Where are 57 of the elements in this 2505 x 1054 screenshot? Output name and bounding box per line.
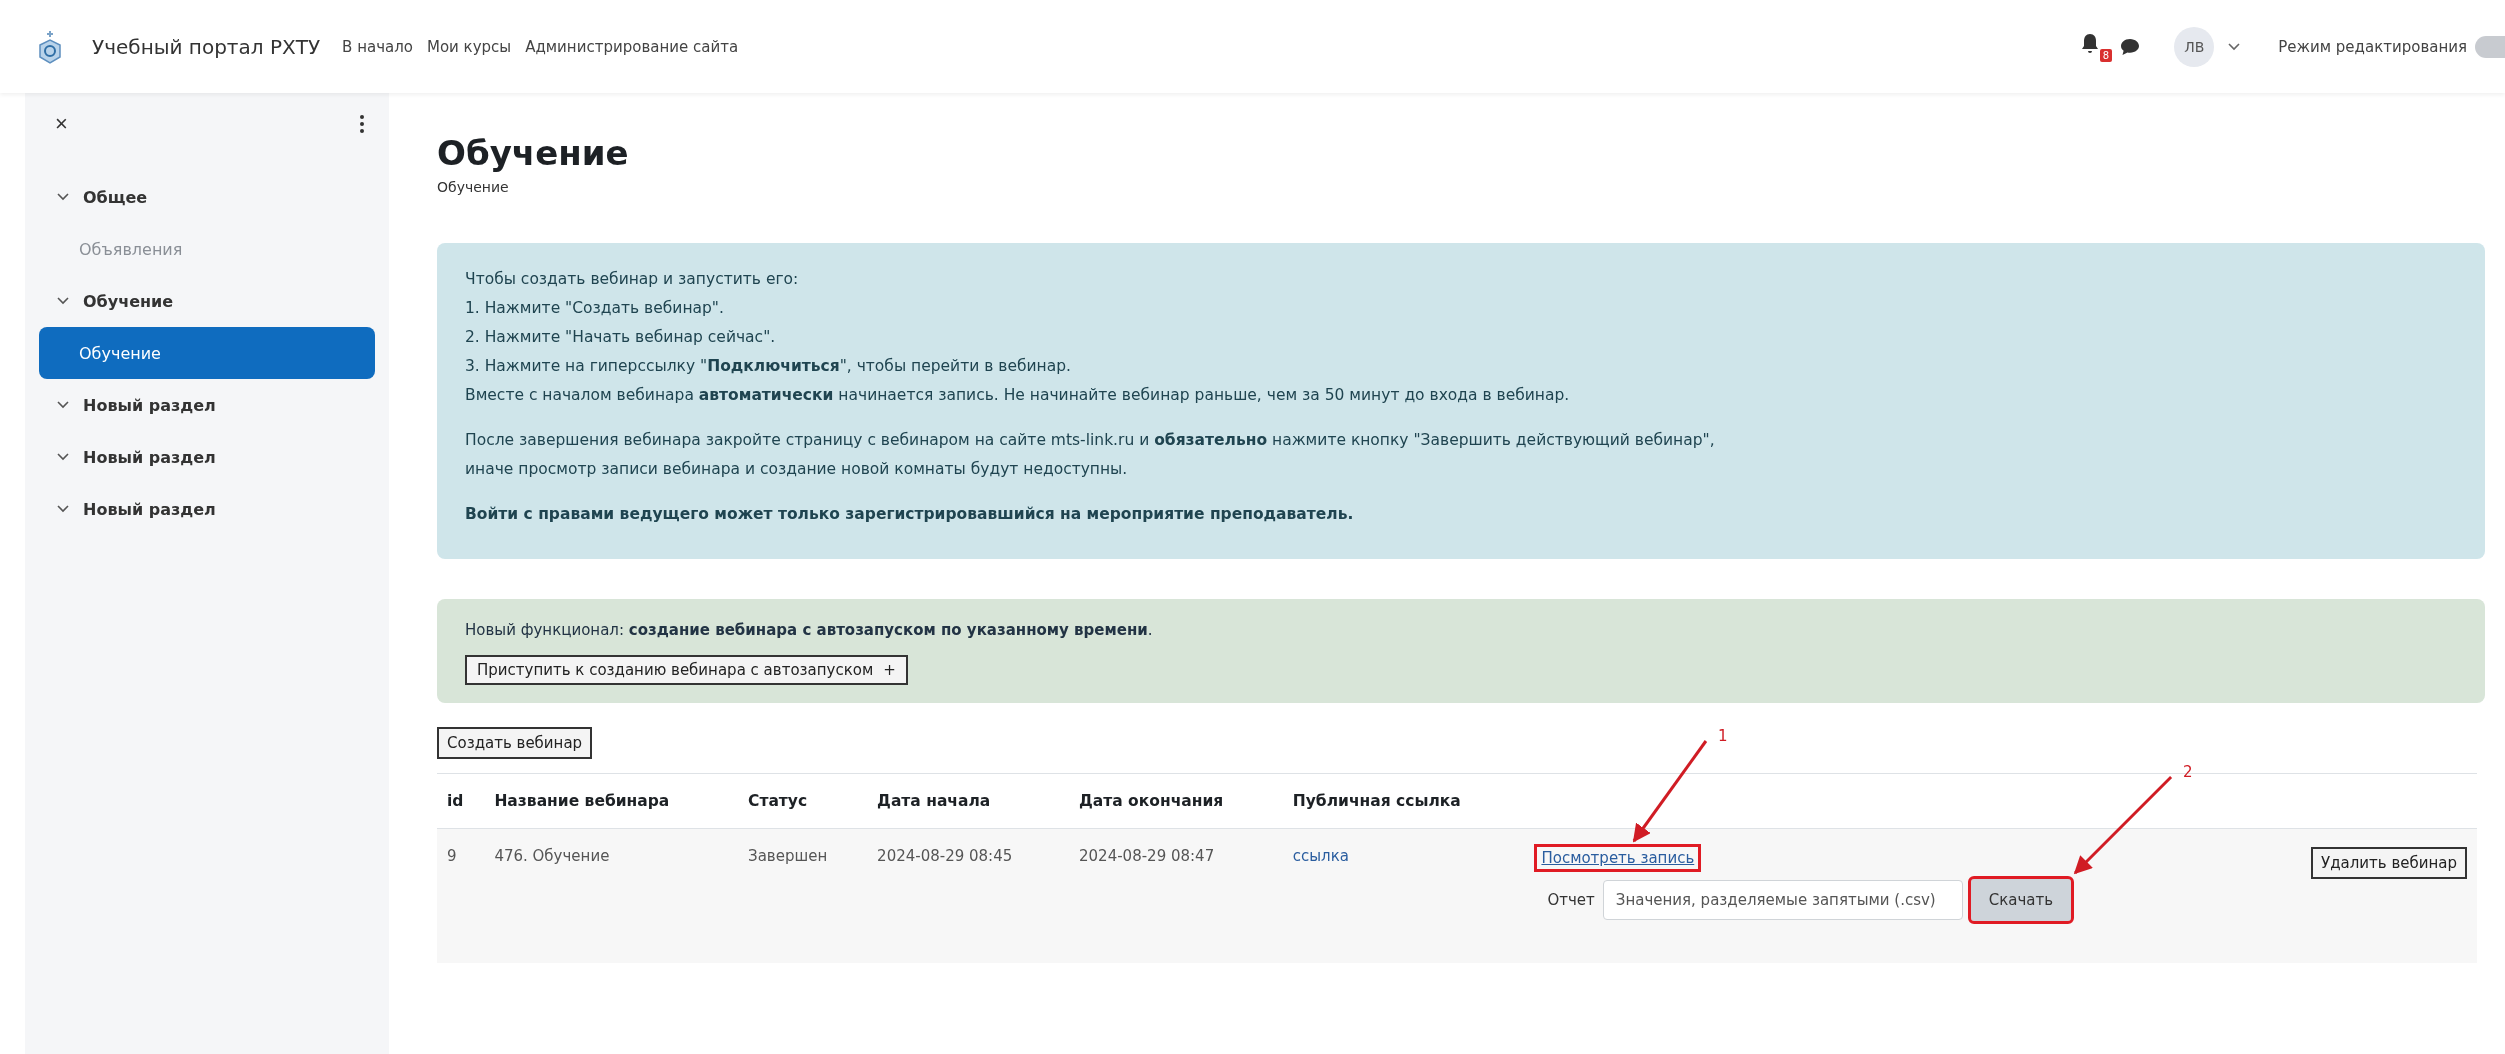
- table-cell: 476. Обучение: [484, 828, 739, 963]
- column-header: Статус: [738, 773, 868, 829]
- nav-link[interactable]: Мои курсы: [427, 37, 512, 56]
- column-header: id: [437, 773, 485, 829]
- instruction-line: 3. Нажмите на гиперссылку "Подключиться", чтобы перейти в вебинар.: [465, 356, 1072, 377]
- edit-mode-switch[interactable]: [2475, 35, 2505, 58]
- table-cell: 2024-08-29 08:47: [1069, 828, 1283, 963]
- close-button[interactable]: ×: [55, 111, 68, 137]
- logo-icon: [38, 28, 62, 65]
- notification-button[interactable]: 8: [2080, 31, 2113, 62]
- user-avatar[interactable]: ЛВ: [2174, 26, 2215, 67]
- autostart-button[interactable]: Приступить к созданию вебинара с автозапуском +: [465, 655, 908, 685]
- chevron-icon: [57, 193, 69, 201]
- column-header: Название вебинара: [484, 773, 739, 829]
- chevron-icon: [57, 453, 69, 461]
- column-header: Публичная ссылка: [1282, 773, 1528, 829]
- sidebar-section[interactable]: Новый раздел: [39, 431, 375, 483]
- chevron-icon: [57, 297, 69, 305]
- delete-webinar-button[interactable]: Удалить вебинар: [2311, 847, 2467, 879]
- more-icon: [359, 114, 365, 134]
- breadcrumb[interactable]: Обучение: [437, 179, 2485, 195]
- nav-link[interactable]: Администрирование сайта: [525, 37, 739, 56]
- table-cell: 2024-08-29 08:45: [867, 828, 1069, 963]
- annotation-number: 1: [1717, 727, 1728, 745]
- download-button[interactable]: Скачать: [1970, 879, 2072, 921]
- notice-paragraph: После завершения вебинара закройте страницу с вебинаром на сайте mts-link.ru и обязательно нажмите кнопку "Завершить действующий вебинар", иначе просмотр записи вебинара и создание новой комнаты будут недоступны.: [465, 430, 1716, 480]
- table-cell: Завершен: [738, 828, 868, 963]
- instruction-line: 1. Нажмите "Создать вебинар".: [465, 298, 725, 319]
- view-record-link[interactable]: Посмотреть запись: [1537, 847, 1699, 869]
- public-link[interactable]: ссылка: [1292, 847, 1349, 865]
- chevron-icon: [57, 401, 69, 409]
- instruction-line: Чтобы создать вебинар и запустить его:: [465, 269, 800, 290]
- chevron-icon: [57, 505, 69, 513]
- sidebar-section[interactable]: Новый раздел: [39, 379, 375, 431]
- instruction-line: Вместе с началом вебинара автоматически начинается запись. Не начинайте вебинар раньше, чем за 50 минут до входа в вебинар.: [465, 385, 1571, 406]
- sidebar-section[interactable]: Обучение: [39, 275, 375, 327]
- edit-mode-label: Режим редактирования: [2278, 37, 2467, 56]
- site-name[interactable]: Учебный портал РХТУ: [92, 34, 321, 59]
- caret-icon: [2228, 42, 2241, 51]
- sidebar-section[interactable]: Новый раздел: [39, 483, 375, 535]
- column-header: Дата окончания: [1069, 773, 1283, 829]
- annotation-number: 2: [2183, 763, 2193, 781]
- report-label: Отчет: [1547, 891, 1595, 909]
- create-webinar-button[interactable]: Создать вебинар: [437, 727, 593, 759]
- feature-text: Новый функционал: создание вебинара с автозапуском по указанному времени.: [465, 621, 1154, 639]
- page-title: Обучение: [437, 133, 630, 173]
- instruction-line: 2. Нажмите "Начать вебинар сейчас".: [465, 327, 777, 348]
- warning-text: Войти с правами ведущего может только зарегистрировавшийся на мероприятие преподаватель.: [465, 504, 1355, 525]
- bell-icon: [2080, 31, 2101, 54]
- table-cell: 9: [437, 828, 485, 963]
- format-dropdown[interactable]: Значения, разделяемые запятыми (.csv): [1602, 880, 1963, 920]
- sidebar-item[interactable]: Обучение: [39, 327, 375, 379]
- sidebar-section[interactable]: Общее: [39, 171, 375, 223]
- chat-icon: [2120, 37, 2141, 56]
- column-header: Дата начала: [867, 773, 1069, 829]
- nav-link[interactable]: В начало: [342, 37, 413, 56]
- notification-badge: 8: [2099, 48, 2113, 62]
